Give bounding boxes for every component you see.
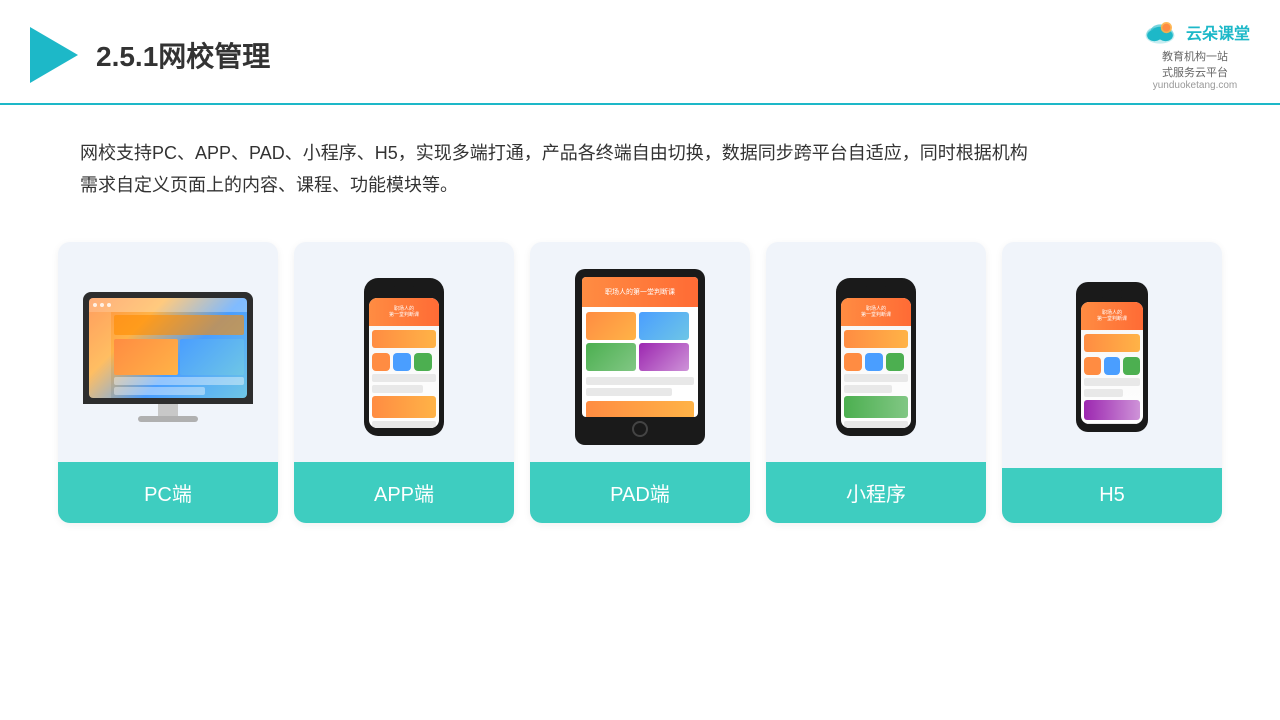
card-app: 职场人的第一堂判断课 — [294, 242, 514, 523]
pc-mockup — [83, 292, 253, 422]
card-pad-label: PAD端 — [530, 462, 750, 523]
brand-name: 云朵课堂 — [1186, 20, 1250, 44]
logo-triangle-icon — [30, 27, 78, 83]
card-h5-image: 职场人的第一堂判断课 — [1002, 242, 1222, 462]
card-miniprogram-label: 小程序 — [766, 462, 986, 523]
card-app-label: APP端 — [294, 462, 514, 523]
page-title: 2.5.1网校管理 — [96, 35, 270, 75]
cards-container: PC端 职场人的第一堂判断课 — [0, 222, 1280, 553]
header-left: 2.5.1网校管理 — [30, 27, 270, 83]
card-app-image: 职场人的第一堂判断课 — [294, 242, 514, 462]
brand-tagline: 教育机构一站 式服务云平台 — [1162, 48, 1228, 80]
card-pc: PC端 — [58, 242, 278, 523]
card-pad-image: 职场人的第一堂判断课 — [530, 242, 750, 462]
card-h5: 职场人的第一堂判断课 — [1002, 242, 1222, 523]
card-pc-label: PC端 — [58, 462, 278, 523]
card-h5-label: H5 — [1002, 468, 1222, 523]
tablet-mockup: 职场人的第一堂判断课 — [575, 269, 705, 445]
card-pc-image — [58, 242, 278, 462]
phone-mockup-h5: 职场人的第一堂判断课 — [1076, 282, 1148, 432]
header-right: 云朵课堂 教育机构一站 式服务云平台 yunduoketang.com — [1140, 18, 1250, 91]
page-header: 2.5.1网校管理 云朵课堂 — [0, 0, 1280, 105]
brand-logo: 云朵课堂 — [1140, 18, 1250, 46]
phone-mockup-mini: 职场人的第一堂判断课 — [836, 278, 916, 436]
cloud-icon — [1140, 18, 1180, 46]
card-pad: 职场人的第一堂判断课 — [530, 242, 750, 523]
page-description: 网校支持PC、APP、PAD、小程序、H5，实现多端打通，产品各终端自由切换，数… — [0, 105, 1280, 212]
brand-url: yunduoketang.com — [1153, 80, 1238, 91]
card-miniprogram: 职场人的第一堂判断课 — [766, 242, 986, 523]
phone-mockup-app: 职场人的第一堂判断课 — [364, 278, 444, 436]
card-miniprogram-image: 职场人的第一堂判断课 — [766, 242, 986, 462]
